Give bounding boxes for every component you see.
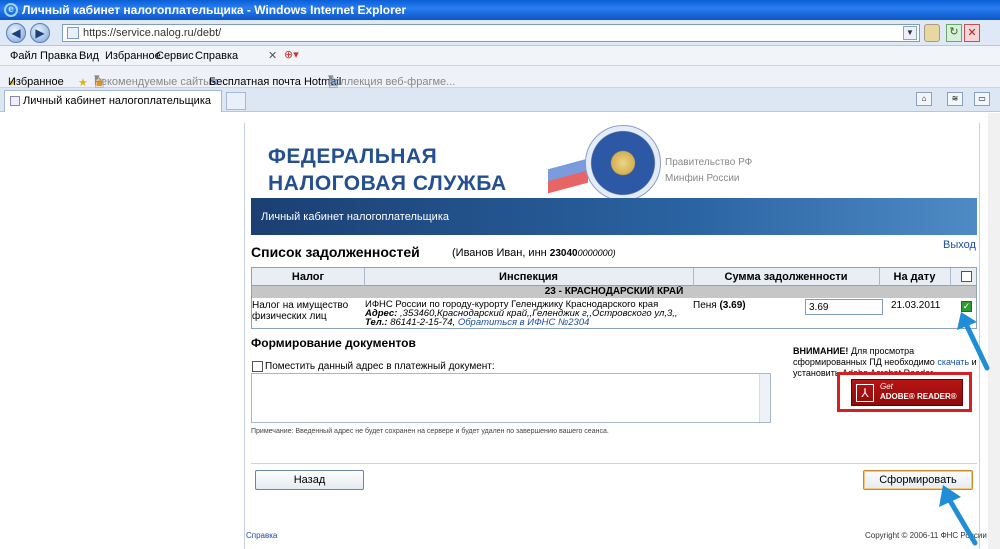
table-row: Налог на имущество физических лиц ИФНС Р… — [252, 298, 976, 328]
arrow-to-checkbox-icon — [957, 312, 990, 371]
col-tax: Налог — [291, 271, 325, 283]
menu-file[interactable]: Файл — [10, 50, 37, 62]
fns-title-line1: ФЕДЕРАЛЬНАЯ — [268, 145, 438, 168]
feeds-icon[interactable]: ≋ — [947, 92, 963, 106]
col-date: На дату — [893, 271, 936, 283]
debts-heading: Список задолженностей — [251, 244, 420, 260]
address-input[interactable]: https://service.nalog.ru/debt/ ▼ — [62, 24, 920, 42]
get-adobe-reader-button[interactable]: ⅄ Get ADOBE® READER® — [851, 379, 963, 406]
penalty-cell: Пеня (3.69) — [693, 300, 746, 311]
warning-bold: ВНИМАНИЕ! — [793, 346, 849, 356]
window-title: Личный кабинет налогоплательщика - Windo… — [22, 3, 407, 17]
gallery-label: Коллекция веб-фрагме... — [328, 76, 456, 88]
stop-icon[interactable]: ✕ — [964, 24, 980, 42]
adobe-highlight-frame: ⅄ Get ADOBE® READER® — [837, 372, 972, 412]
menu-tools[interactable]: Сервис — [156, 50, 194, 62]
fns-emblem-icon — [585, 125, 661, 201]
inn-bold: 23040 — [549, 248, 578, 259]
back-nav-icon[interactable]: ◀ — [6, 23, 26, 43]
address-dropdown-icon[interactable]: ▼ — [903, 26, 917, 40]
menu-edit[interactable]: Правка — [40, 50, 77, 62]
fns-title-line2: НАЛОГОВАЯ СЛУЖБА — [268, 172, 507, 195]
amount-input[interactable] — [805, 299, 883, 315]
forming-heading: Формирование документов — [251, 336, 416, 350]
use-address-checkbox[interactable] — [252, 361, 263, 372]
user-name: (Иванов Иван, инн — [452, 247, 550, 259]
close-toolbar-icon[interactable]: ✕ — [268, 49, 277, 62]
address-textarea[interactable] — [251, 373, 771, 423]
new-tab-button[interactable] — [226, 92, 246, 110]
tab-page-icon — [10, 96, 20, 106]
tax-name: Налог на имущество физических лиц — [252, 300, 349, 322]
fns-title: ФЕДЕРАЛЬНАЯ НАЛОГОВАЯ СЛУЖБА — [268, 143, 507, 197]
penalty-label: Пеня — [693, 300, 717, 311]
date-cell: 21.03.2011 — [891, 300, 941, 311]
print-icon[interactable]: ▭ — [974, 92, 990, 106]
user-info: (Иванов Иван, инн 230400000000) — [452, 247, 616, 259]
translate-icon[interactable]: ⊕▾ — [284, 48, 299, 61]
refresh-icon[interactable]: ↻ — [946, 24, 962, 42]
hotmail-label: Бесплатная почта Hotmail — [209, 76, 342, 88]
ie-logo-icon: e — [4, 3, 18, 17]
use-address-label: Поместить данный адрес в платежный докум… — [265, 361, 495, 372]
divider — [251, 463, 977, 464]
phone-value: 86141-2-15-74, — [390, 317, 456, 328]
government-link[interactable]: Правительство РФ — [665, 155, 752, 171]
favorites-bar: ★ Избранное ★ ▣ Рекомендуемые сайты ▾ ✉ … — [0, 66, 1000, 89]
minfin-link[interactable]: Минфин России — [665, 171, 752, 187]
select-all-checkbox[interactable] — [961, 271, 972, 282]
penalty-value: (3.69) — [719, 300, 746, 311]
menu-help[interactable]: Справка — [195, 50, 238, 62]
region-row: 23 - КРАСНОДАРСКИЙ КРАЙ — [252, 286, 976, 298]
menu-view[interactable]: Вид — [79, 50, 99, 62]
col-amount: Сумма задолженности — [724, 271, 848, 283]
tab-label: Личный кабинет налогоплательщика — [23, 95, 211, 107]
favorites-label: Избранное — [8, 76, 64, 88]
recommended-sites-link[interactable]: ▣ Рекомендуемые сайты ▾ — [94, 71, 211, 89]
tab-bar: Личный кабинет налогоплательщика — [0, 88, 1000, 112]
debts-table: Налог Инспекция Сумма задолженности На д… — [251, 267, 977, 329]
address-note: Примечание: Введенный адрес не будет сох… — [251, 428, 609, 435]
table-header: Налог Инспекция Сумма задолженности На д… — [252, 268, 976, 286]
arrow-to-submit-icon — [939, 485, 978, 546]
header-links: Правительство РФ Минфин России — [665, 155, 752, 187]
page-icon — [67, 27, 79, 39]
adobe-get-label: Get — [880, 382, 893, 391]
footer-help-link[interactable]: Справка — [246, 531, 277, 540]
forward-nav-icon[interactable]: ▶ — [30, 23, 50, 43]
home-icon[interactable]: ⌂ — [916, 92, 932, 106]
phone-label: Тел.: — [365, 317, 388, 328]
window-titlebar: e Личный кабинет налогоплательщика - Win… — [0, 0, 1000, 20]
textarea-scrollbar[interactable] — [759, 374, 770, 422]
web-slice-gallery-link[interactable]: ▤ Коллекция веб-фрагме... ▾ — [328, 71, 455, 89]
inn-rest: 0000000) — [577, 248, 616, 258]
tab-cabinet[interactable]: Личный кабинет налогоплательщика — [4, 90, 222, 112]
row-select-checkbox[interactable]: ✓ — [961, 301, 972, 312]
address-toolbar: ◀ ▶ https://service.nalog.ru/debt/ ▼ ↻ ✕ — [0, 20, 1000, 46]
recommended-label: Рекомендуемые сайты — [94, 76, 212, 88]
menu-bar: Файл Правка Вид Избранное Сервис Справка… — [0, 46, 1000, 66]
col-inspection: Инспекция — [499, 271, 558, 283]
contact-ifns-link[interactable]: Обратиться в ИФНС №2304 — [458, 317, 590, 328]
back-button[interactable]: Назад — [255, 470, 364, 490]
exit-link[interactable]: Выход — [943, 239, 976, 251]
address-url: https://service.nalog.ru/debt/ — [83, 27, 222, 39]
inspection-cell: ИФНС России по городу-курорту Геленджику… — [365, 300, 695, 328]
adobe-logo-icon: ⅄ — [856, 384, 874, 402]
lock-icon[interactable] — [924, 24, 940, 42]
cabinet-banner: Личный кабинет налогоплательщика — [251, 198, 977, 235]
adobe-reader-label: ADOBE® READER® — [880, 392, 957, 401]
menu-favorites[interactable]: Избранное — [105, 50, 161, 62]
